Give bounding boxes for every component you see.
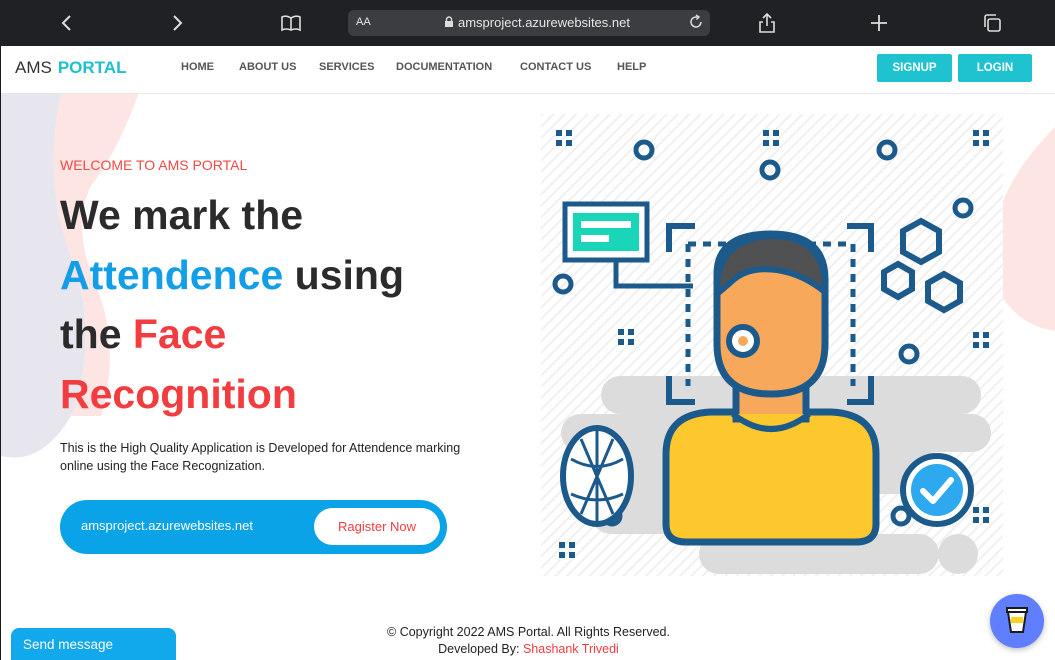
coffee-cup-icon bbox=[1004, 604, 1030, 638]
headline-line-1: We mark the bbox=[60, 192, 304, 238]
logo-text-ams: AMS bbox=[15, 58, 52, 77]
nav-about-us[interactable]: ABOUT US bbox=[239, 61, 296, 73]
register-now-button[interactable]: Ragister Now bbox=[314, 508, 440, 545]
share-icon[interactable] bbox=[753, 9, 781, 37]
address-bar[interactable]: AA amsproject.azurewebsites.net bbox=[348, 10, 710, 36]
text-size-button[interactable]: AA bbox=[356, 16, 371, 28]
headline-face: Face bbox=[132, 311, 227, 357]
nav-contact-us[interactable]: CONTACT US bbox=[520, 61, 591, 73]
send-message-widget[interactable]: Send message bbox=[11, 628, 176, 660]
face-recognition-illustration bbox=[541, 114, 1003, 576]
buy-me-coffee-button[interactable] bbox=[990, 594, 1044, 648]
nav-home[interactable]: HOME bbox=[181, 61, 214, 73]
website: AMS PORTAL HOME ABOUT US SERVICES DOCUMEN… bbox=[0, 46, 1055, 660]
signup-button[interactable]: SIGNUP bbox=[877, 54, 952, 82]
nav-services[interactable]: SERVICES bbox=[319, 61, 374, 73]
hero-description: This is the High Quality Application is … bbox=[60, 441, 461, 473]
back-icon[interactable] bbox=[52, 9, 80, 37]
nav-help[interactable]: HELP bbox=[617, 61, 646, 73]
forward-icon[interactable] bbox=[164, 9, 192, 37]
headline-attendence: Attendence bbox=[60, 251, 284, 298]
site-logo[interactable]: AMS PORTAL bbox=[15, 58, 126, 78]
tabs-icon[interactable] bbox=[978, 9, 1006, 37]
headline-the: the bbox=[60, 311, 122, 357]
author-link[interactable]: Shashank Trivedi bbox=[523, 642, 619, 656]
hero-headline: We mark the Attendence using the Face Re… bbox=[60, 186, 520, 424]
site-navbar: AMS PORTAL HOME ABOUT US SERVICES DOCUMEN… bbox=[1, 46, 1055, 94]
new-tab-icon[interactable] bbox=[865, 9, 893, 37]
login-button[interactable]: LOGIN bbox=[958, 54, 1032, 82]
reload-icon[interactable] bbox=[688, 14, 704, 33]
browser-toolbar: AA amsproject.azurewebsites.net bbox=[0, 0, 1055, 46]
url-text: amsproject.azurewebsites.net bbox=[458, 15, 630, 30]
logo-text-portal: PORTAL bbox=[57, 58, 127, 77]
headline-recognition: Recognition bbox=[60, 370, 297, 417]
developed-by-label: Developed By: bbox=[438, 642, 520, 656]
nav-documentation[interactable]: DOCUMENTATION bbox=[396, 61, 492, 73]
cta-bar: amsproject.azurewebsites.net Ragister No… bbox=[60, 500, 447, 554]
cta-label: amsproject.azurewebsites.net bbox=[81, 518, 253, 533]
bookmarks-icon[interactable] bbox=[277, 9, 305, 37]
headline-using: using bbox=[294, 251, 404, 298]
welcome-text: WELCOME TO AMS PORTAL bbox=[60, 157, 248, 173]
lock-icon bbox=[444, 16, 454, 31]
